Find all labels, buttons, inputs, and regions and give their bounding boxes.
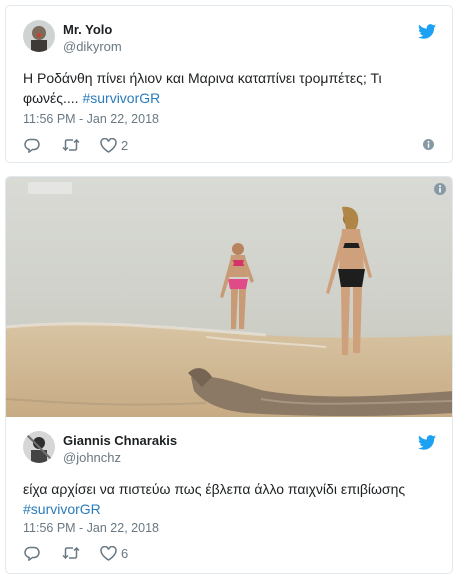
- hashtag-link[interactable]: #survivorGR: [82, 90, 160, 106]
- like-count: 2: [121, 137, 129, 153]
- avatar[interactable]: [23, 20, 55, 52]
- tweet-timestamp[interactable]: 11:56 PM - Jan 22, 2018: [23, 521, 159, 535]
- author-handle[interactable]: @johnchz: [63, 450, 121, 465]
- tweet-actions: 2: [24, 136, 128, 154]
- reply-icon: [24, 138, 40, 153]
- tweet-card: Giannis Chnarakis @johnchz είχα αρχίσει …: [5, 176, 453, 574]
- like-button[interactable]: 6: [100, 545, 129, 561]
- tweet-text-line1: Η Ροδάνθη πίνει ήλιον και Μαρινα καταπίν…: [23, 70, 382, 86]
- tweet-media-image[interactable]: [6, 177, 452, 417]
- tweet-timestamp[interactable]: 11:56 PM - Jan 22, 2018: [23, 112, 159, 126]
- tweet-actions: 6: [24, 544, 128, 562]
- heart-icon: [100, 545, 117, 561]
- reply-button[interactable]: [24, 546, 40, 561]
- twitter-bird-icon[interactable]: [418, 24, 436, 39]
- avatar[interactable]: [23, 431, 55, 463]
- beach-photo: [6, 177, 452, 417]
- tweet-text-line1: είχα αρχίσει να πιστεύω πως έβλεπα άλλο …: [23, 481, 406, 497]
- retweet-icon: [62, 138, 80, 152]
- hashtag-link[interactable]: #survivorGR: [23, 501, 101, 517]
- tweet-text-line2: φωνές....: [23, 90, 79, 106]
- retweet-icon: [62, 546, 80, 560]
- author-handle[interactable]: @dikyrom: [63, 39, 122, 54]
- tweet-text: είχα αρχίσει να πιστεύω πως έβλεπα άλλο …: [23, 479, 443, 519]
- retweet-button[interactable]: [62, 138, 80, 152]
- heart-icon: [100, 137, 117, 153]
- like-count: 6: [121, 545, 129, 561]
- tweet-card: Mr. Yolo @dikyrom Η Ροδάνθη πίνει ήλιον …: [5, 5, 453, 163]
- info-icon[interactable]: [423, 139, 434, 150]
- author-name[interactable]: Mr. Yolo: [63, 22, 112, 37]
- author-name[interactable]: Giannis Chnarakis: [63, 433, 177, 448]
- tweet-text: Η Ροδάνθη πίνει ήλιον και Μαρινα καταπίν…: [23, 68, 443, 108]
- twitter-bird-icon[interactable]: [418, 435, 436, 450]
- channel-watermark: [28, 182, 72, 194]
- reply-button[interactable]: [24, 138, 40, 153]
- like-button[interactable]: 2: [100, 137, 129, 153]
- retweet-button[interactable]: [62, 546, 80, 560]
- media-info-icon[interactable]: [434, 183, 446, 195]
- reply-icon: [24, 546, 40, 561]
